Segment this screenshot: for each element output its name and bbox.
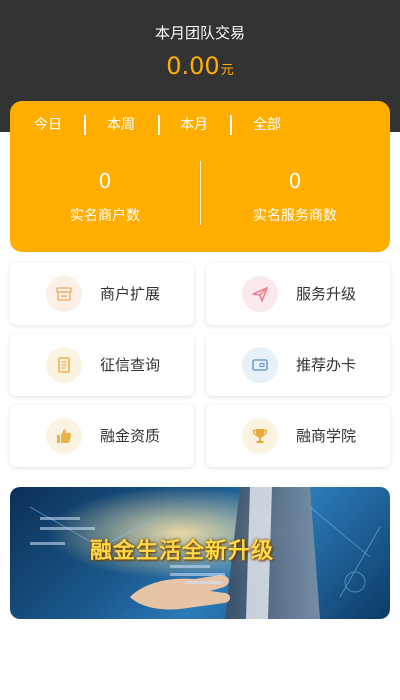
stats-card: 今日 本周 本月 全部 0 实名商户数 0 实名服务商数	[10, 101, 390, 252]
tab-month[interactable]: 本月	[180, 113, 208, 137]
period-tabs: 今日 本周 本月 全部	[10, 113, 390, 137]
tab-all[interactable]: 全部	[253, 113, 281, 137]
monthly-amount: 0.00元	[0, 52, 400, 80]
thumbs-up-icon	[46, 418, 82, 454]
service-upgrade-label: 服务升级	[296, 285, 357, 303]
qualification-button[interactable]: 融金资质	[10, 405, 194, 467]
merchant-count-stat: 0 实名商户数	[10, 169, 200, 225]
tab-divider	[230, 115, 232, 135]
banner-headline: 融金生活全新升级	[90, 539, 275, 564]
tab-divider	[84, 115, 86, 135]
header-title: 本月团队交易	[154, 24, 245, 42]
provider-count-value: 0	[288, 169, 302, 193]
merchant-expansion-button[interactable]: 商户扩展	[10, 263, 194, 325]
card-referral-label: 推荐办卡	[296, 356, 357, 374]
credit-inquiry-button[interactable]: 征信查询	[10, 334, 194, 396]
card-referral-button[interactable]: 推荐办卡	[206, 334, 390, 396]
store-icon	[46, 276, 82, 312]
tab-week[interactable]: 本周	[107, 113, 135, 137]
trophy-icon	[242, 418, 278, 454]
tab-divider	[158, 115, 160, 135]
credit-inquiry-label: 征信查询	[100, 356, 161, 374]
amount-value: 0.00	[166, 52, 220, 80]
provider-count-label: 实名服务商数	[253, 208, 337, 224]
service-upgrade-button[interactable]: 服务升级	[206, 263, 390, 325]
qualification-label: 融金资质	[100, 427, 161, 445]
merchant-count-label: 实名商户数	[70, 208, 140, 224]
merchant-count-value: 0	[98, 169, 112, 193]
tab-today[interactable]: 今日	[34, 113, 62, 137]
business-academy-label: 融商学院	[296, 427, 357, 445]
provider-count-stat: 0 实名服务商数	[200, 169, 390, 225]
paper-plane-icon	[242, 276, 278, 312]
merchant-expansion-label: 商户扩展	[100, 285, 161, 303]
amount-unit: 元	[220, 63, 234, 78]
card-icon	[242, 347, 278, 383]
document-icon	[46, 347, 82, 383]
business-academy-button[interactable]: 融商学院	[206, 405, 390, 467]
promo-banner[interactable]: 融金生活全新升级	[10, 487, 390, 619]
